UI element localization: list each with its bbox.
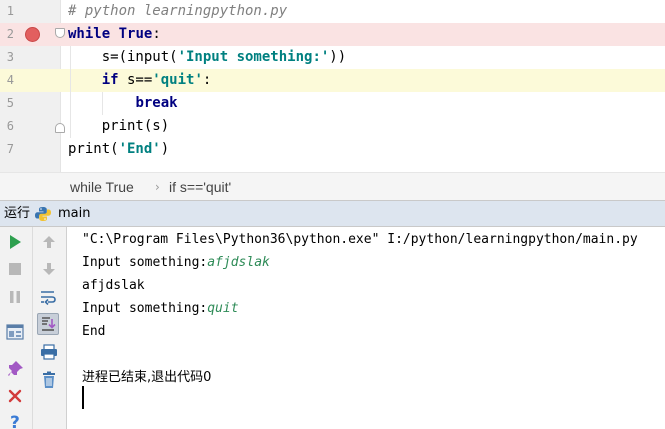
fold-icon[interactable]	[55, 28, 65, 38]
console-exit-message: 进程已结束,退出代码0	[82, 370, 212, 385]
help-icon[interactable]: ?	[4, 410, 26, 429]
down-arrow-icon[interactable]	[38, 258, 60, 280]
code-token: print(s)	[68, 118, 170, 134]
fold-end-icon[interactable]	[55, 123, 65, 133]
code-token: print(	[68, 141, 119, 157]
console-prompt: Input something:	[82, 255, 208, 270]
pause-icon[interactable]	[4, 286, 26, 308]
breadcrumb: while True › if s=='quit'	[0, 172, 665, 200]
print-icon[interactable]	[38, 341, 60, 363]
scroll-to-end-icon[interactable]	[37, 313, 59, 335]
layout-icon[interactable]	[4, 321, 26, 343]
run-tab-label[interactable]: 运行	[4, 201, 30, 227]
code-line[interactable]: 7 print('End')	[0, 138, 665, 161]
pin-icon[interactable]	[4, 358, 26, 380]
line-number[interactable]: 7	[0, 138, 14, 161]
code-editor[interactable]: 1 # python learningpython.py 2 while True: 3…	[0, 0, 665, 172]
close-icon[interactable]	[4, 385, 26, 407]
code-line[interactable]: 5 break	[0, 92, 665, 115]
console-command-line: "C:\Program Files\Python36\python.exe" I…	[82, 232, 638, 247]
console-user-input: quit	[207, 301, 239, 316]
code-token: :	[202, 72, 212, 88]
console-output-line: afjdslak	[82, 278, 145, 293]
code-comment: # python learningpython.py	[68, 3, 288, 19]
up-arrow-icon[interactable]	[38, 231, 60, 253]
code-string: 'Input something:'	[177, 49, 330, 65]
breadcrumb-item-if[interactable]: if s=='quit'	[169, 173, 231, 201]
run-config-name[interactable]: main	[58, 201, 90, 227]
console-output-line: End	[82, 324, 106, 339]
run-toolbar: ?	[0, 227, 66, 429]
run-tool-window-header: 运行 main	[0, 200, 665, 227]
code-keyword: while	[68, 26, 111, 42]
code-line[interactable]: 6 print(s)	[0, 115, 665, 138]
line-number[interactable]: 5	[0, 92, 14, 115]
line-number[interactable]: 2	[0, 23, 14, 46]
code-text[interactable]: while True:	[68, 23, 161, 46]
toolbar-divider	[32, 227, 33, 429]
code-string: 'End'	[118, 141, 161, 157]
code-keyword: if	[101, 72, 119, 88]
line-number[interactable]: 4	[0, 69, 14, 92]
line-number[interactable]: 6	[0, 115, 14, 138]
code-text[interactable]: # python learningpython.py	[68, 0, 287, 23]
console-prompt: Input something:	[82, 301, 208, 316]
code-token: s==	[118, 72, 153, 88]
console-user-input: afjdslak	[207, 255, 270, 270]
console-line: Input something:quit	[82, 297, 239, 320]
stop-icon[interactable]	[4, 258, 26, 280]
code-text[interactable]: if s=='quit':	[68, 69, 212, 92]
console-line: Input something:afjdslak	[82, 251, 270, 274]
code-string: 'quit'	[152, 72, 203, 88]
code-keyword: True	[118, 26, 153, 42]
code-line[interactable]: 2 while True:	[0, 23, 665, 46]
code-keyword: break	[135, 95, 178, 111]
soft-wrap-icon[interactable]	[38, 286, 60, 308]
line-number[interactable]: 3	[0, 46, 14, 69]
breakpoint-icon[interactable]	[25, 27, 40, 42]
code-token: :	[152, 26, 161, 42]
console-output[interactable]: "C:\Program Files\Python36\python.exe" I…	[67, 227, 665, 429]
python-icon	[34, 206, 52, 222]
code-line[interactable]: 3 s=(input('Input something:'))	[0, 46, 665, 69]
line-number[interactable]: 1	[0, 0, 14, 23]
code-token: ))	[329, 49, 347, 65]
console-caret	[82, 386, 84, 409]
breadcrumb-item-while[interactable]: while True	[70, 173, 134, 201]
code-text[interactable]: s=(input('Input something:'))	[68, 46, 346, 69]
code-text[interactable]: print(s)	[68, 115, 169, 138]
code-line[interactable]: 1 # python learningpython.py	[0, 0, 665, 23]
code-line[interactable]: 4 if s=='quit':	[0, 69, 665, 92]
breadcrumb-separator: ›	[155, 180, 160, 194]
code-text[interactable]: print('End')	[68, 138, 169, 161]
code-token: s=(input(	[68, 49, 178, 65]
trash-icon[interactable]	[38, 369, 60, 391]
svg-text:?: ?	[10, 413, 20, 429]
rerun-icon[interactable]	[4, 231, 26, 253]
code-text[interactable]: break	[68, 92, 178, 115]
code-token: )	[160, 141, 170, 157]
